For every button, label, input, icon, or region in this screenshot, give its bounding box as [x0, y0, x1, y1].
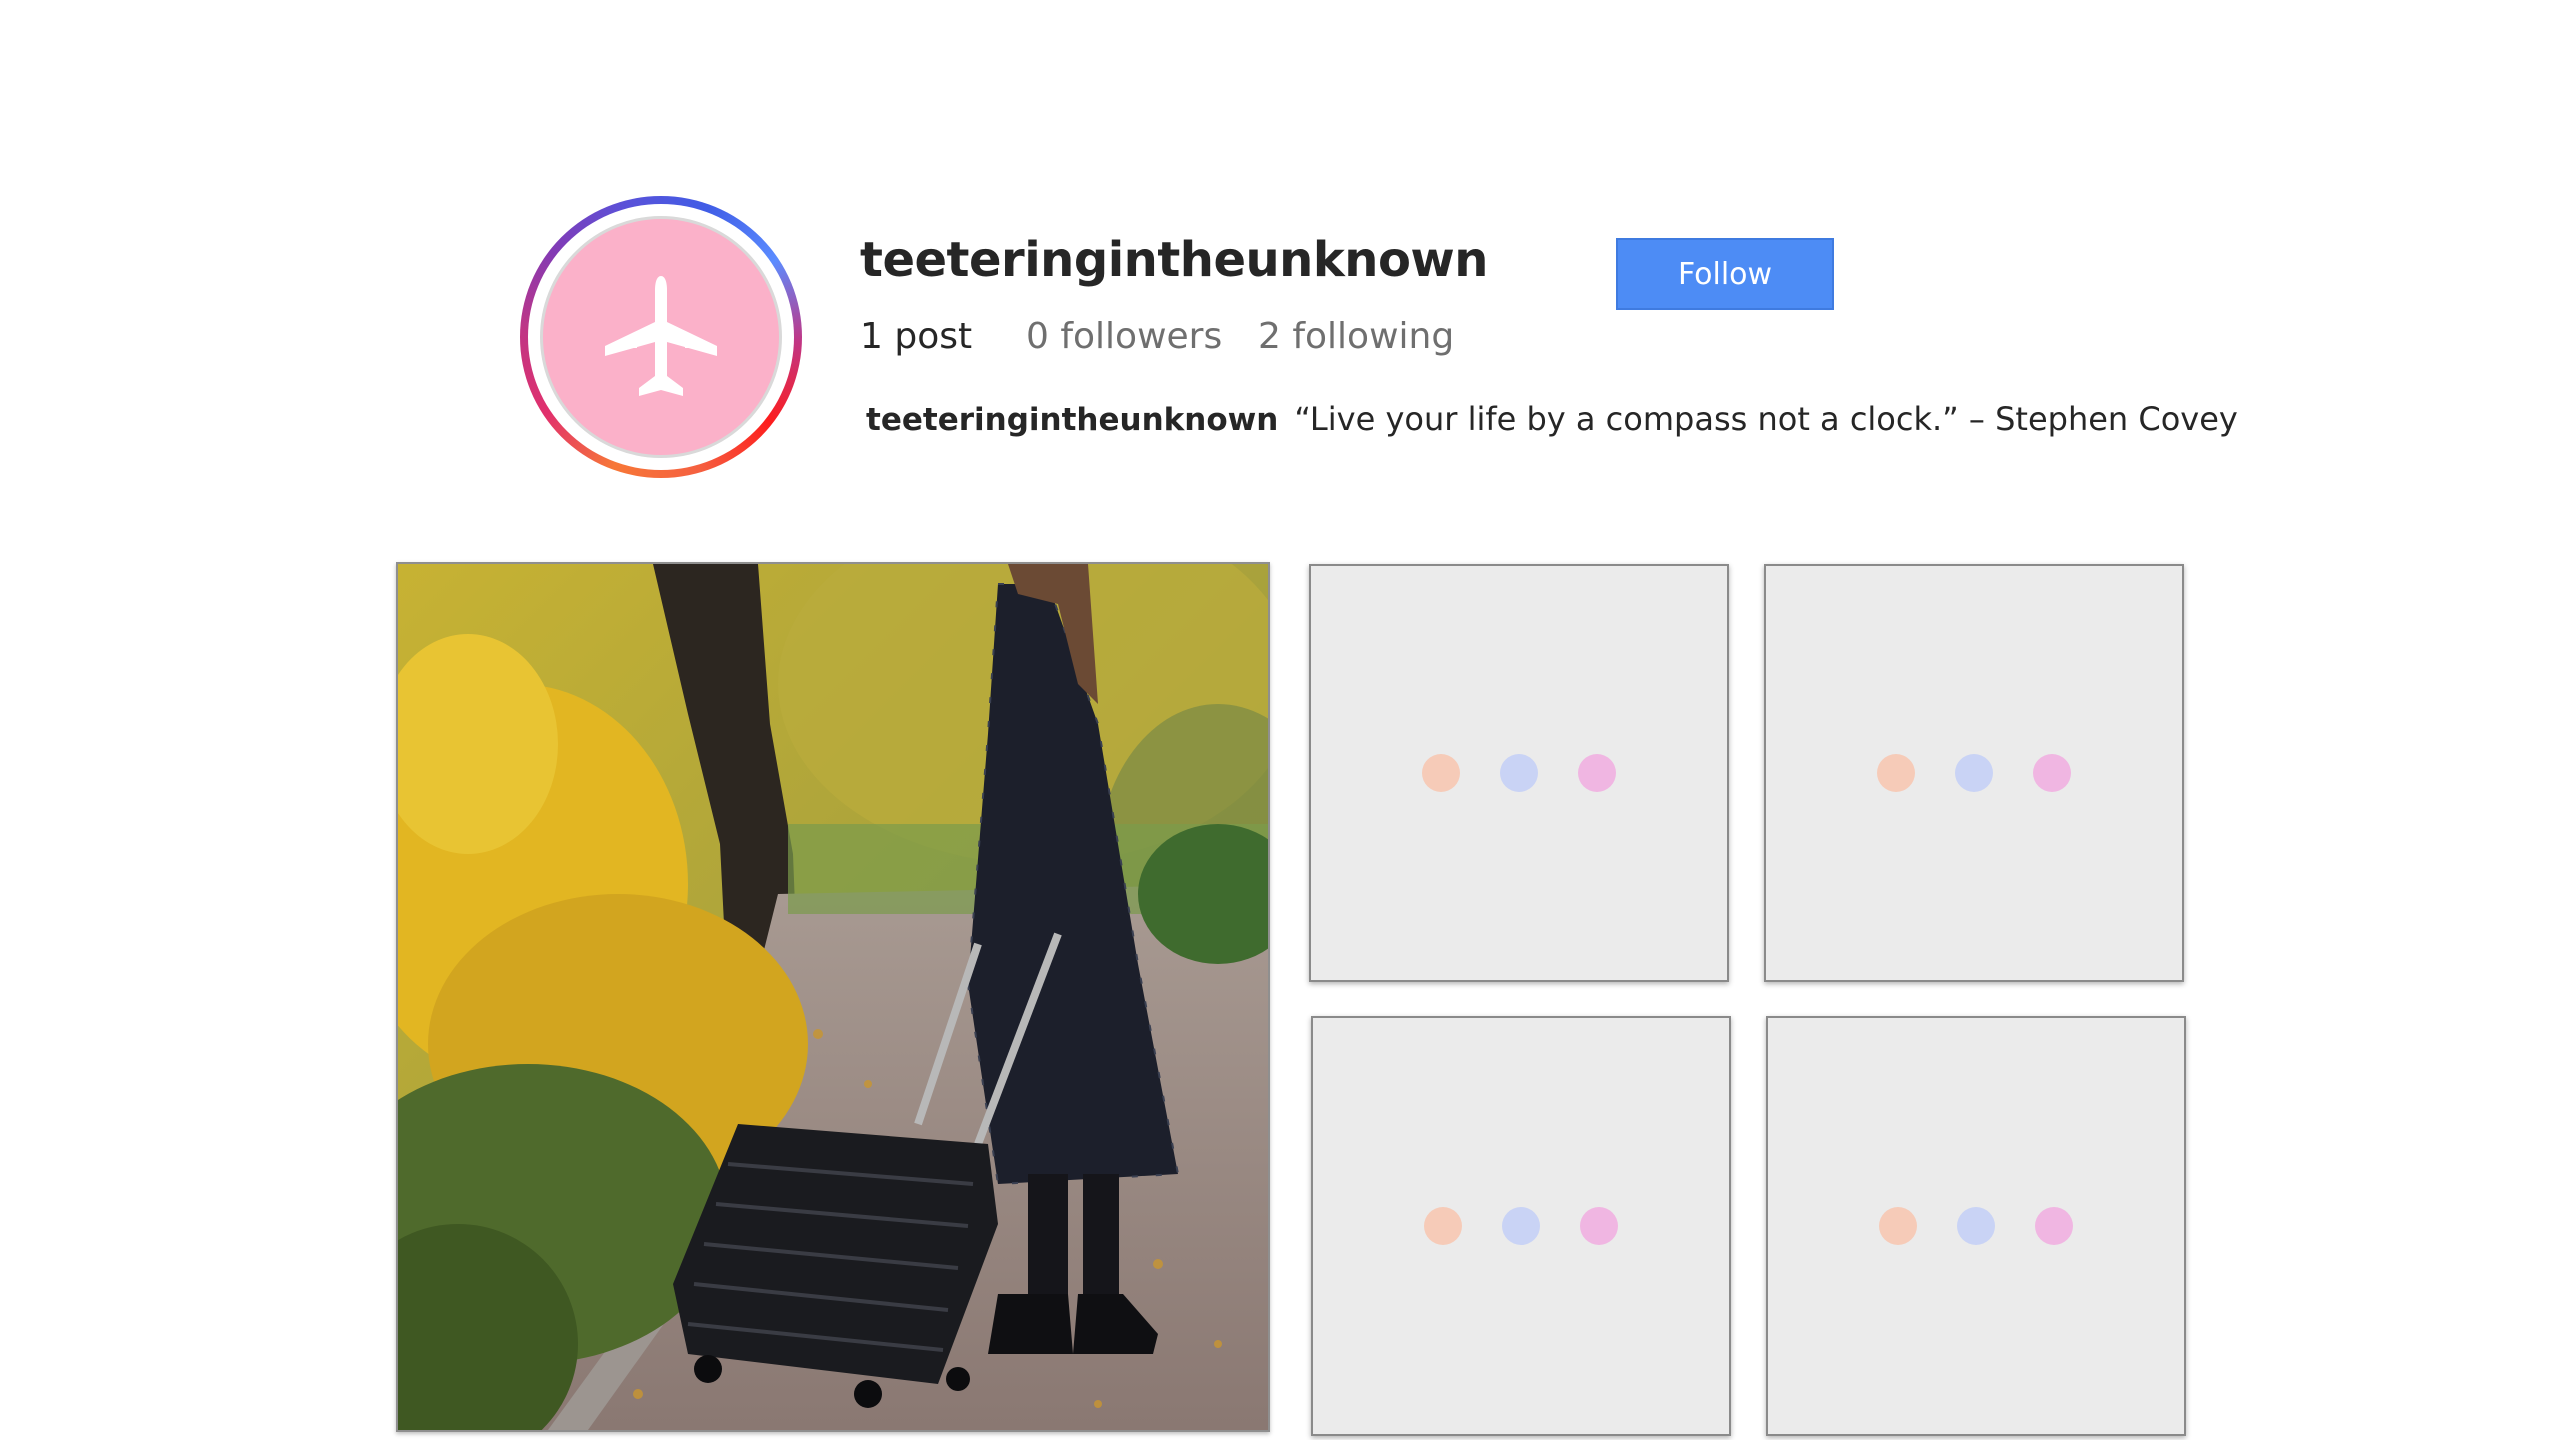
bio-text: “Live your life by a compass not a clock…: [1294, 400, 2238, 438]
followers-count[interactable]: 0 followers: [1026, 316, 1222, 357]
post-placeholder[interactable]: [1311, 1016, 1731, 1436]
loading-dot: [1957, 1207, 1995, 1245]
loading-dot: [1424, 1207, 1462, 1245]
loading-dot: [1422, 754, 1460, 792]
profile-username: teeteringintheunknown: [860, 232, 1488, 288]
loading-dot: [1580, 1207, 1618, 1245]
posts-count[interactable]: 1 post: [860, 316, 972, 357]
loading-dot: [1578, 754, 1616, 792]
post-placeholder[interactable]: [1309, 564, 1729, 982]
post-placeholder[interactable]: [1766, 1016, 2186, 1436]
avatar[interactable]: [540, 216, 782, 458]
post-placeholder[interactable]: [1764, 564, 2184, 982]
loading-dots: [1422, 754, 1616, 792]
profile-avatar-ring[interactable]: [520, 196, 802, 478]
loading-dot: [1879, 1207, 1917, 1245]
loading-dot: [1955, 754, 1993, 792]
follow-button[interactable]: Follow: [1616, 238, 1834, 310]
loading-dot: [1877, 754, 1915, 792]
loading-dot: [1500, 754, 1538, 792]
loading-dot: [2033, 754, 2071, 792]
bio-username: teeteringintheunknown: [866, 402, 1279, 438]
loading-dot: [1502, 1207, 1540, 1245]
profile-bio: teeteringintheunknown “Live your life by …: [866, 400, 2238, 438]
following-count[interactable]: 2 following: [1258, 316, 1454, 357]
traveler-with-suitcase-photo: [398, 564, 1268, 1430]
loading-dots: [1879, 1207, 2073, 1245]
avatar-ring-gap: [528, 204, 794, 470]
airplane-icon: [605, 276, 717, 396]
post-photo[interactable]: [396, 562, 1270, 1432]
loading-dot: [2035, 1207, 2073, 1245]
loading-dots: [1877, 754, 2071, 792]
loading-dots: [1424, 1207, 1618, 1245]
